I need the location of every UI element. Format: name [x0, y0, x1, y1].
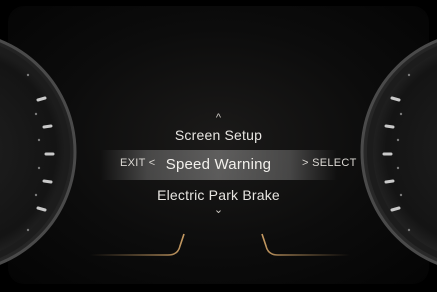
scroll-up-indicator[interactable]: ^	[0, 113, 437, 124]
menu-item-screen-setup[interactable]: Screen Setup	[0, 127, 437, 143]
cluster-screen: ^ Screen Setup EXIT < Speed Warning > SE…	[0, 0, 437, 292]
select-button[interactable]: > SELECT	[302, 157, 357, 169]
menu-item-electric-park-brake[interactable]: Electric Park Brake	[0, 187, 437, 203]
cluster-display	[8, 6, 429, 284]
scroll-down-indicator[interactable]: ⌄	[0, 205, 437, 216]
menu-item-speed-warning[interactable]: Speed Warning	[0, 156, 437, 173]
